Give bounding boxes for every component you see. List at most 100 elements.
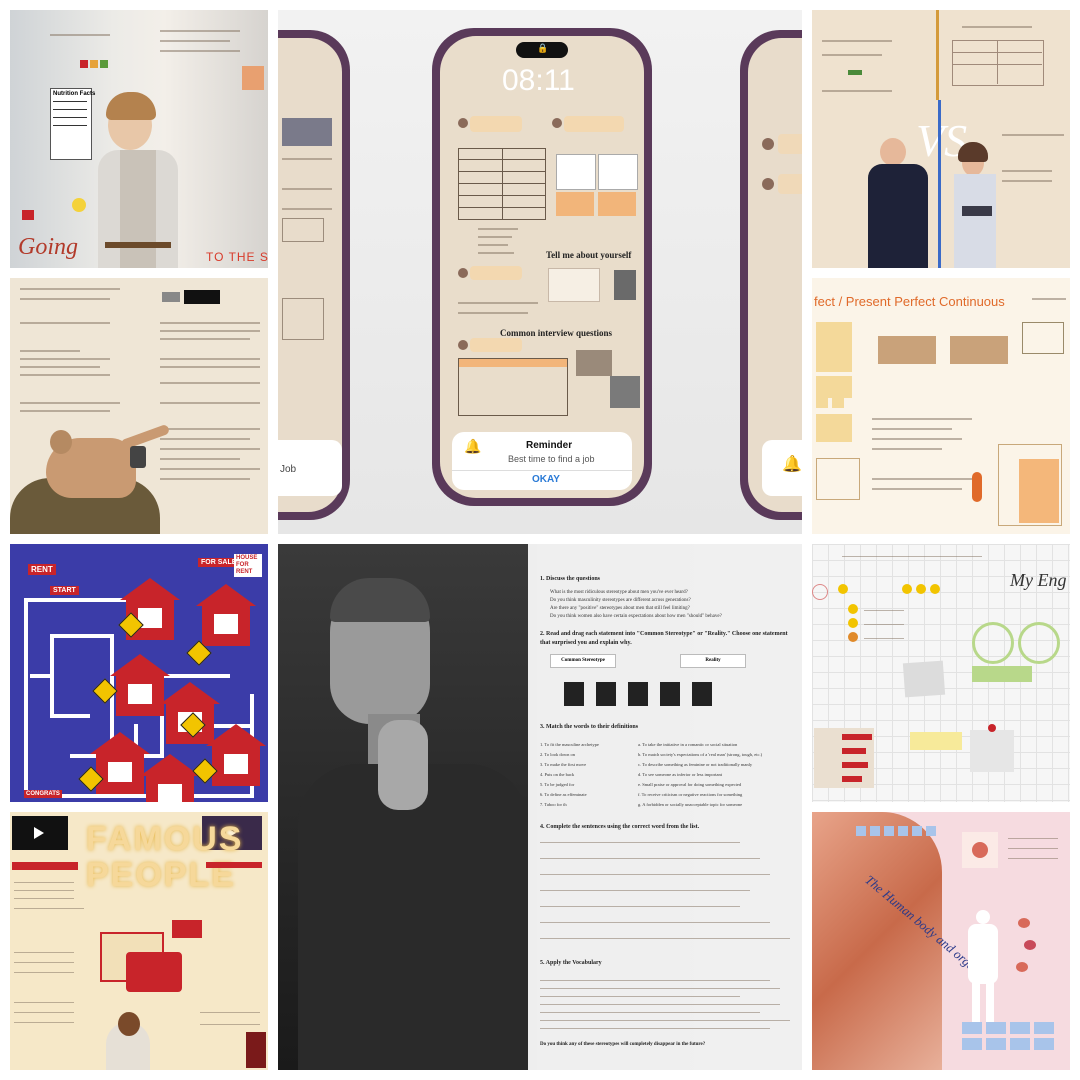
q4-heading: 4. Complete the sentences using the corr… <box>540 824 700 830</box>
man-right-hair <box>958 142 988 162</box>
word-item: 5. To be judged for <box>540 782 575 787</box>
drag-card-icon[interactable] <box>692 682 712 706</box>
grammar-title: fect / Present Perfect Continuous <box>814 294 1005 309</box>
tile-famous-people[interactable]: FAMOUS PEOPLE <box>10 812 268 1070</box>
fanny-pack <box>962 206 992 216</box>
famous-title: FAMOUS <box>86 820 244 858</box>
notification-body: Best time to find a job <box>508 454 595 464</box>
word-item: 6. To define as effeminate <box>540 792 587 797</box>
q1-item: Are there any "positive" stereotypes abo… <box>550 606 690 611</box>
credit-card-machine-icon <box>130 446 146 468</box>
word-item: 3. To make the first move <box>540 762 587 767</box>
nutrition-label: Nutrition Facts <box>50 88 96 160</box>
definition-item: b. To match society's expectations of a … <box>638 752 763 757</box>
man-left-suit <box>868 164 928 268</box>
q1-item: Do you think masculinity stereotypes are… <box>550 598 691 603</box>
definition-item: e. Small praise or approval for doing so… <box>638 782 742 787</box>
pin-icon <box>988 724 996 732</box>
house-for-rent-sign: HOUSE FOR RENT <box>234 554 262 577</box>
common-stereotype-column[interactable]: Common Stereotype <box>550 654 616 668</box>
okay-button[interactable]: OKAY <box>532 474 560 485</box>
adam-painting <box>10 408 180 534</box>
reality-column[interactable]: Reality <box>680 654 746 668</box>
title-going: Going <box>18 234 78 260</box>
reminder-notification[interactable]: 🔔 Reminder Best time to find a job OKAY <box>452 432 632 490</box>
word-item: 1. To fit the masculine archetype <box>540 742 599 747</box>
phone-table <box>458 148 546 220</box>
q1-item: What is the most ridiculous stereotype a… <box>550 590 688 595</box>
man-hair <box>330 578 430 622</box>
tile-human-body[interactable]: The Human body and organs <box>812 812 1070 1070</box>
man-photo <box>278 544 528 1070</box>
body-silhouette-head <box>976 910 990 924</box>
woman-face <box>118 1012 140 1036</box>
tile-present-perfect[interactable]: fect / Present Perfect Continuous <box>812 278 1070 534</box>
emoji-icon <box>930 584 940 594</box>
man-hand <box>378 720 428 810</box>
drag-card-icon[interactable] <box>596 682 616 706</box>
drag-card-icon[interactable] <box>628 682 648 706</box>
muscle-arm-image <box>812 812 942 1070</box>
q1-heading: 1. Discuss the questions <box>540 576 601 582</box>
tile-vs-comparison[interactable]: VS <box>812 10 1070 268</box>
congrats-label: CONGRATS <box>24 790 62 798</box>
organ-icon <box>1024 940 1036 950</box>
text-line <box>160 30 240 32</box>
text-line <box>50 34 110 36</box>
drag-card-icon[interactable] <box>564 682 584 706</box>
house-icon[interactable] <box>206 724 266 786</box>
closing-question: Do you think any of these stereotypes wi… <box>540 1042 706 1047</box>
house-icon[interactable] <box>140 754 200 802</box>
play-icon <box>34 827 44 839</box>
man-right-shirt <box>954 174 996 268</box>
left-phone-frame: Job <box>278 30 350 520</box>
image-thumbnail <box>242 66 264 90</box>
definition-item: g. A forbidden or socially unacceptable … <box>638 802 743 807</box>
phone-screen: 🔒 08:11 Tell me about yourself Common in… <box>440 36 644 498</box>
cart-icon <box>22 210 34 220</box>
tile-creation-worksheet[interactable] <box>10 278 268 534</box>
lock-icon: 🔒 <box>537 43 549 53</box>
man-jacket <box>298 764 528 1070</box>
word-item: 4. Puts on the back <box>540 772 575 777</box>
tile-house-maze[interactable]: RENT START FOR SALE HOUSE FOR RENT CONGR… <box>10 544 268 802</box>
nutrition-label-title: Nutrition Facts <box>53 91 96 97</box>
tile-going-to-the-shop[interactable]: Nutrition Facts Going TO THE SHO <box>10 10 268 268</box>
worksheet-panel <box>528 544 802 1070</box>
answer-grid <box>962 1022 1062 1052</box>
left-notif-fragment: Job <box>280 464 297 475</box>
right-phone-frame: 🔔 <box>740 30 802 520</box>
right-bell-icon: 🔔 <box>782 456 802 473</box>
my-english-title: My Eng <box>1010 570 1067 590</box>
word-item: 7. Taboo for th <box>540 802 567 807</box>
organ-icon <box>972 842 988 858</box>
emoji-icon <box>838 584 848 594</box>
house-icon[interactable] <box>196 584 256 646</box>
text-line <box>160 50 240 52</box>
man-left-head <box>880 138 906 166</box>
section-tell-me-about-yourself: Tell me about yourself <box>546 250 632 260</box>
q3-heading: 3. Match the words to their definitions <box>540 724 639 730</box>
tile-job-interview-phones[interactable]: Job 🔔 🔒 08:11 Tell me about yourself Com… <box>278 10 802 534</box>
tile-masculinity-stereotypes[interactable]: 1. Discuss the questions What is the mos… <box>278 544 802 1070</box>
q2-heading: 2. Read and drag each statement into "Co… <box>540 631 788 646</box>
rent-sign: RENT <box>28 564 56 575</box>
woman-scarf <box>120 150 156 268</box>
start-label: START <box>50 586 79 595</box>
notification-title: Reminder <box>526 440 573 451</box>
section-common-interview-questions: Common interview questions <box>500 328 612 338</box>
organ-icon <box>1016 962 1028 972</box>
tile-my-english[interactable]: My Eng <box>812 544 1070 802</box>
emoji-icon <box>916 584 926 594</box>
q1-item: Do you think women also have certain exp… <box>550 614 722 619</box>
woman-belt <box>105 242 171 248</box>
drag-card-icon[interactable] <box>660 682 680 706</box>
lock-screen-time: 08:11 <box>502 64 575 97</box>
shopping-item-icon <box>72 198 86 212</box>
definition-item: d. To see someone as inferior or less im… <box>638 772 722 777</box>
q5-heading: 5. Apply the Vocabulary <box>540 960 602 966</box>
video-thumbnail[interactable] <box>12 816 68 850</box>
definition-item: f. To receive criticism or negative reac… <box>638 792 743 797</box>
title-to-the-shop: TO THE SHO <box>206 250 268 264</box>
definition-item: a. To take the initiative in a romantic … <box>638 742 738 747</box>
